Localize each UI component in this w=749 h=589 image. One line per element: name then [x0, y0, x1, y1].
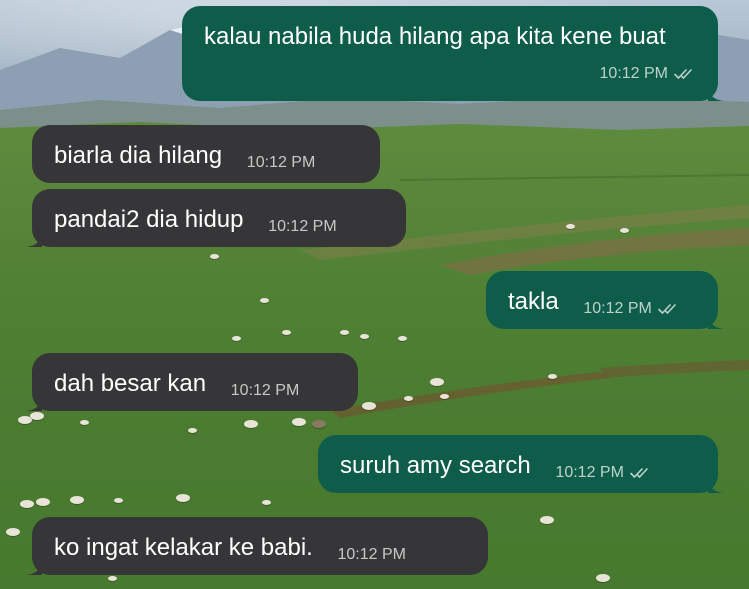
incoming-message[interactable]: dah besar kan 10:12 PM	[26, 353, 358, 411]
bubble-tail	[26, 395, 42, 411]
message-time: 10:12 PM	[583, 300, 652, 317]
outgoing-message[interactable]: takla 10:12 PM	[486, 271, 724, 329]
message-time: 10:12 PM	[230, 382, 300, 399]
bubble-tail	[708, 85, 724, 101]
bubble-tail	[708, 313, 724, 329]
outgoing-message[interactable]: suruh amy search 10:12 PM	[318, 435, 724, 493]
incoming-message[interactable]: ko ingat kelakar ke babi. 10:12 PM	[26, 517, 488, 575]
message-meta: 10:12 PM	[555, 456, 651, 490]
incoming-message[interactable]: pandai2 dia hidup 10:12 PM	[26, 189, 406, 247]
bubble-tail	[26, 559, 42, 575]
message-text: ko ingat kelakar ke babi.	[54, 534, 313, 561]
message-text: dah besar kan	[54, 370, 207, 397]
message-meta: 10:12 PM	[247, 146, 315, 180]
bubble-tail	[26, 231, 42, 247]
message-time: 10:12 PM	[246, 154, 316, 171]
message-meta: 10:12 PM	[338, 538, 406, 572]
incoming-message[interactable]: biarla dia hilang 10:12 PM	[32, 125, 380, 183]
message-text: suruh amy search	[340, 452, 531, 479]
outgoing-message[interactable]: kalau nabila huda hilang apa kita kene b…	[182, 6, 724, 101]
double-check-icon	[674, 68, 696, 80]
message-text: takla	[508, 288, 559, 315]
message-text: pandai2 dia hidup	[54, 206, 244, 233]
message-time: 10:12 PM	[337, 546, 406, 563]
message-time: 10:12 PM	[599, 65, 668, 82]
message-text: biarla dia hilang	[54, 142, 223, 169]
message-list: kalau nabila huda hilang apa kita kene b…	[0, 0, 749, 589]
message-meta: 10:12 PM	[231, 374, 299, 408]
message-time: 10:12 PM	[555, 464, 624, 481]
message-meta: 10:12 PM	[268, 210, 336, 244]
message-meta: 10:12 PM	[600, 57, 696, 91]
double-check-icon	[658, 303, 680, 315]
bubble-tail	[708, 477, 724, 493]
message-meta: 10:12 PM	[583, 292, 679, 326]
message-text: kalau nabila huda hilang apa kita kene b…	[204, 23, 666, 50]
message-time: 10:12 PM	[268, 218, 337, 235]
double-check-icon	[630, 467, 652, 479]
